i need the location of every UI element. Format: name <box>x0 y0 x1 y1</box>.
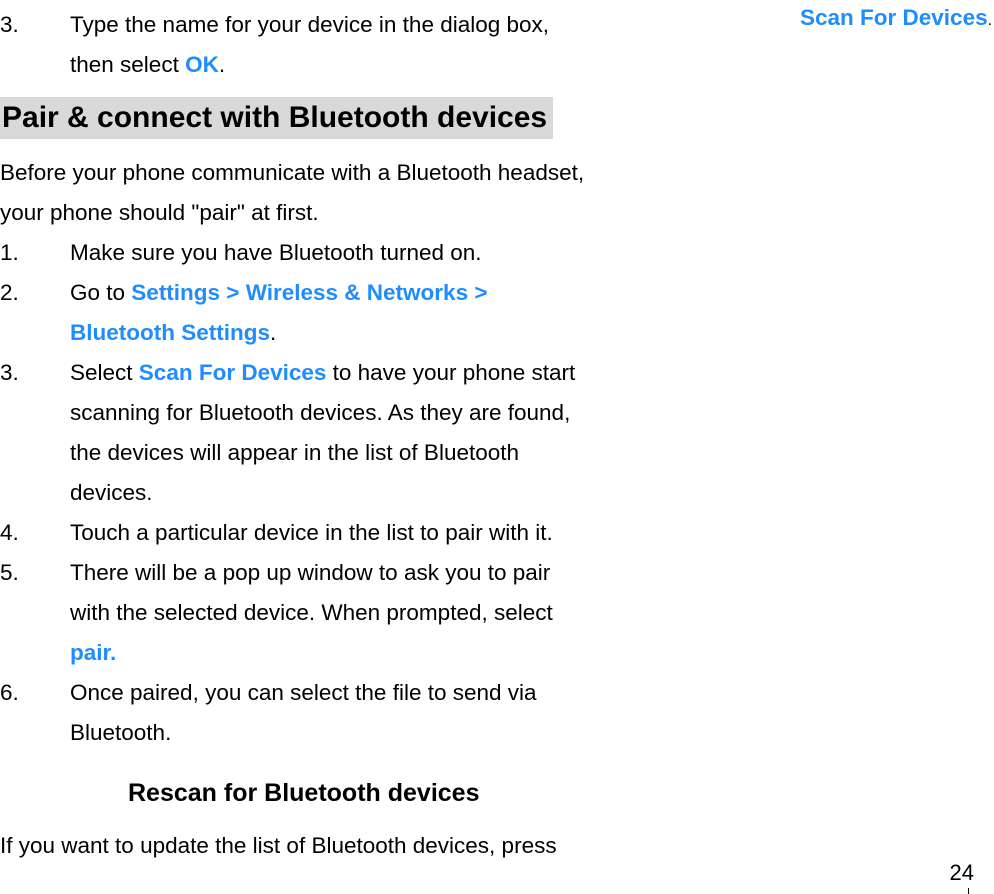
tick-mark <box>968 888 969 894</box>
text-segment: Type the name for your device in the dia… <box>70 12 549 77</box>
scan-for-devices-link[interactable]: Scan For Devices <box>800 5 988 30</box>
intro-text: Before your phone communicate with a Blu… <box>0 153 600 233</box>
list-item: 5.There will be a pop up window to ask y… <box>0 553 600 673</box>
ok-link[interactable]: OK <box>185 52 219 77</box>
text-segment: Select <box>70 360 139 385</box>
list-number: 2. <box>0 273 70 313</box>
list-number: 4. <box>0 513 70 553</box>
list-content: Go to Settings > Wireless & Networks > B… <box>70 273 600 353</box>
list-content: Type the name for your device in the dia… <box>70 5 600 85</box>
right-column: Scan For Devices. <box>600 0 994 894</box>
text-segment: There will be a pop up window to ask you… <box>70 560 553 625</box>
ui-path-link[interactable]: Settings > Wireless & Networks > Bluetoo… <box>70 280 487 345</box>
list-number: 3. <box>0 353 70 393</box>
list-content: Touch a particular device in the list to… <box>70 513 600 553</box>
text-segment: Once paired, you can select the file to … <box>70 680 537 745</box>
main-column: 3. Type the name for your device in the … <box>0 0 600 894</box>
text-segment: Touch a particular device in the list to… <box>70 520 553 545</box>
list-number: 1. <box>0 233 70 273</box>
list-item: 4.Touch a particular device in the list … <box>0 513 600 553</box>
period: . <box>988 12 992 29</box>
list-content: Make sure you have Bluetooth turned on. <box>70 233 600 273</box>
list-content: Select Scan For Devices to have your pho… <box>70 353 600 513</box>
list-number: 5. <box>0 553 70 593</box>
page-number: 24 <box>950 860 974 886</box>
list-item: 3.Select Scan For Devices to have your p… <box>0 353 600 513</box>
text-segment: Go to <box>70 280 131 305</box>
text-segment: Make sure you have Bluetooth turned on. <box>70 240 482 265</box>
list-item: 6.Once paired, you can select the file t… <box>0 673 600 753</box>
ui-path-link[interactable]: pair. <box>70 640 116 665</box>
list-content: Once paired, you can select the file to … <box>70 673 600 753</box>
list-item: 1.Make sure you have Bluetooth turned on… <box>0 233 600 273</box>
list-number: 3. <box>0 5 70 45</box>
pair-connect-heading: Pair & connect with Bluetooth devices <box>0 97 553 139</box>
list-content: There will be a pop up window to ask you… <box>70 553 600 673</box>
text-segment: . <box>270 320 276 345</box>
ui-path-link[interactable]: Scan For Devices <box>139 360 327 385</box>
rescan-heading: Rescan for Bluetooth devices <box>0 779 600 808</box>
list-item: 2.Go to Settings > Wireless & Networks >… <box>0 273 600 353</box>
list-item: 3. Type the name for your device in the … <box>0 5 600 85</box>
items-list: 1.Make sure you have Bluetooth turned on… <box>0 233 600 753</box>
text-segment: . <box>219 52 225 77</box>
closing-text: If you want to update the list of Blueto… <box>0 826 600 866</box>
page-container: 3. Type the name for your device in the … <box>0 0 994 894</box>
list-number: 6. <box>0 673 70 713</box>
